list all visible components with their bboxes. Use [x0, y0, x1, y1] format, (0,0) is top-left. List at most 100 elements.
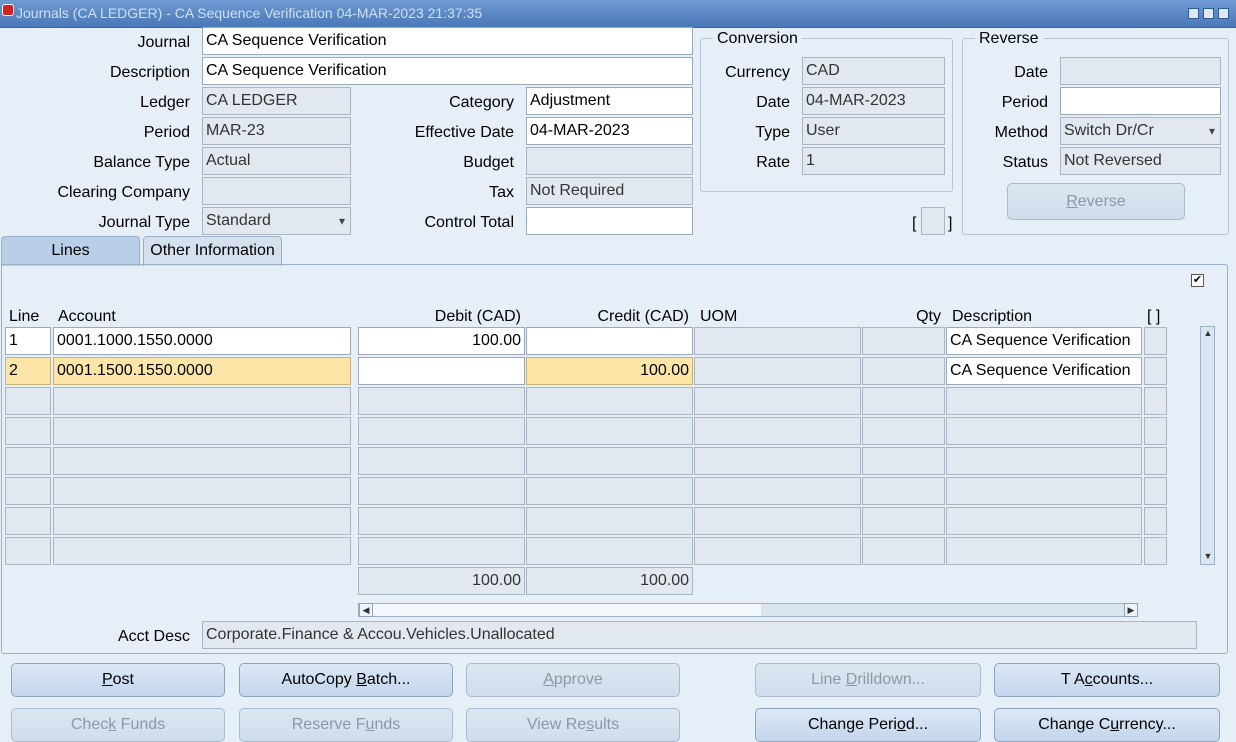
row-8-debit-cell[interactable]: [358, 537, 525, 565]
row-7-credit-cell[interactable]: [526, 507, 693, 535]
row-8-dff-cell[interactable]: [1144, 537, 1167, 565]
conversion-date-field: 04-MAR-2023: [802, 87, 945, 115]
autocopy-batch-button[interactable]: AutoCopy Batch...: [239, 663, 453, 697]
journal-label: Journal: [137, 34, 190, 51]
row-3-uom-cell[interactable]: [694, 387, 861, 415]
row-2-account-cell[interactable]: 0001.1500.1550.0000: [53, 357, 351, 385]
col-description-header: Description: [952, 308, 1033, 325]
row-5-credit-cell[interactable]: [526, 447, 693, 475]
row-8-credit-cell[interactable]: [526, 537, 693, 565]
row-6-description-cell[interactable]: [946, 477, 1142, 505]
effective-date-field[interactable]: 04-MAR-2023: [526, 117, 693, 145]
row-1-description-cell[interactable]: CA Sequence Verification: [946, 327, 1142, 355]
row-8-account-cell[interactable]: [53, 537, 351, 565]
row-5-qty-cell[interactable]: [862, 447, 945, 475]
row-7-qty-cell[interactable]: [862, 507, 945, 535]
row-8-uom-cell[interactable]: [694, 537, 861, 565]
row-1-qty-cell[interactable]: [862, 327, 945, 355]
close-icon[interactable]: [1218, 8, 1229, 19]
tab-other-information[interactable]: Other Information: [143, 236, 282, 266]
row-8-line-cell[interactable]: [5, 537, 51, 565]
col-dff-header: [ ]: [1147, 308, 1161, 325]
reverse-method-label: Method: [994, 124, 1048, 141]
rate-label: Rate: [756, 154, 790, 171]
row-4-credit-cell[interactable]: [526, 417, 693, 445]
row-5-uom-cell[interactable]: [694, 447, 861, 475]
row-4-qty-cell[interactable]: [862, 417, 945, 445]
row-3-account-cell[interactable]: [53, 387, 351, 415]
row-6-dff-cell[interactable]: [1144, 477, 1167, 505]
row-4-description-cell[interactable]: [946, 417, 1142, 445]
row-7-dff-cell[interactable]: [1144, 507, 1167, 535]
row-5-line-cell[interactable]: [5, 447, 51, 475]
row-4-dff-cell[interactable]: [1144, 417, 1167, 445]
row-4-account-cell[interactable]: [53, 417, 351, 445]
row-3-qty-cell[interactable]: [862, 387, 945, 415]
scroll-right-icon[interactable]: ▶: [1124, 603, 1138, 617]
row-3-credit-cell[interactable]: [526, 387, 693, 415]
row-6-line-cell[interactable]: [5, 477, 51, 505]
row-2-uom-cell[interactable]: [694, 357, 861, 385]
t-accounts-button[interactable]: T Accounts...: [994, 663, 1220, 697]
row-1-line-cell[interactable]: 1: [5, 327, 51, 355]
row-7-line-cell[interactable]: [5, 507, 51, 535]
row-7-debit-cell[interactable]: [358, 507, 525, 535]
description-field[interactable]: CA Sequence Verification: [202, 57, 693, 85]
reverse-title: Reverse: [975, 30, 1043, 48]
row-6-debit-cell[interactable]: [358, 477, 525, 505]
row-6-account-cell[interactable]: [53, 477, 351, 505]
horizontal-scroll-thumb[interactable]: [373, 604, 761, 616]
row-7-uom-cell[interactable]: [694, 507, 861, 535]
row-3-dff-cell[interactable]: [1144, 387, 1167, 415]
row-6-uom-cell[interactable]: [694, 477, 861, 505]
control-total-field[interactable]: [526, 207, 693, 235]
row-1-debit-cell[interactable]: 100.00: [358, 327, 525, 355]
row-1-uom-cell[interactable]: [694, 327, 861, 355]
row-2-debit-cell[interactable]: [358, 357, 525, 385]
row-8-description-cell[interactable]: [946, 537, 1142, 565]
budget-label: Budget: [463, 154, 514, 171]
row-7-description-cell[interactable]: [946, 507, 1142, 535]
scroll-down-icon[interactable]: ▼: [1201, 550, 1215, 564]
minimize-icon[interactable]: [1188, 8, 1199, 19]
col-credit-header: Credit (CAD): [597, 308, 689, 325]
row-5-description-cell[interactable]: [946, 447, 1142, 475]
row-2-description-cell[interactable]: CA Sequence Verification: [946, 357, 1142, 385]
category-field[interactable]: Adjustment: [526, 87, 693, 115]
row-2-line-cell[interactable]: 2: [5, 357, 51, 385]
budget-field: [526, 147, 693, 175]
lines-horizontal-scrollbar[interactable]: ◀ ▶: [358, 603, 1138, 617]
header-dff-field[interactable]: [921, 207, 945, 235]
journal-field[interactable]: CA Sequence Verification: [202, 27, 693, 55]
scroll-up-icon[interactable]: ▲: [1201, 327, 1215, 341]
row-6-qty-cell[interactable]: [862, 477, 945, 505]
scroll-left-icon[interactable]: ◀: [359, 603, 373, 617]
row-1-account-cell[interactable]: 0001.1000.1550.0000: [53, 327, 351, 355]
reverse-method-select[interactable]: Switch Dr/Cr: [1060, 117, 1221, 145]
row-1-credit-cell[interactable]: [526, 327, 693, 355]
row-4-debit-cell[interactable]: [358, 417, 525, 445]
row-7-account-cell[interactable]: [53, 507, 351, 535]
row-3-description-cell[interactable]: [946, 387, 1142, 415]
post-button[interactable]: Post: [11, 663, 225, 697]
lines-vertical-scrollbar[interactable]: ▲ ▼: [1200, 326, 1215, 565]
row-5-debit-cell[interactable]: [358, 447, 525, 475]
row-4-line-cell[interactable]: [5, 417, 51, 445]
maximize-icon[interactable]: [1203, 8, 1214, 19]
reverse-period-field[interactable]: [1060, 87, 1221, 115]
tab-lines[interactable]: Lines: [1, 236, 140, 266]
row-4-uom-cell[interactable]: [694, 417, 861, 445]
row-2-credit-cell[interactable]: 100.00: [526, 357, 693, 385]
row-5-dff-cell[interactable]: [1144, 447, 1167, 475]
journal-type-select[interactable]: Standard: [202, 207, 351, 235]
row-1-dff-cell[interactable]: [1144, 327, 1167, 355]
row-5-account-cell[interactable]: [53, 447, 351, 475]
journal-type-value: Standard: [206, 212, 271, 229]
row-2-qty-cell[interactable]: [862, 357, 945, 385]
row-2-dff-cell[interactable]: [1144, 357, 1167, 385]
row-3-debit-cell[interactable]: [358, 387, 525, 415]
row-8-qty-cell[interactable]: [862, 537, 945, 565]
select-checkbox[interactable]: ✔: [1191, 274, 1204, 287]
row-3-line-cell[interactable]: [5, 387, 51, 415]
row-6-credit-cell[interactable]: [526, 477, 693, 505]
